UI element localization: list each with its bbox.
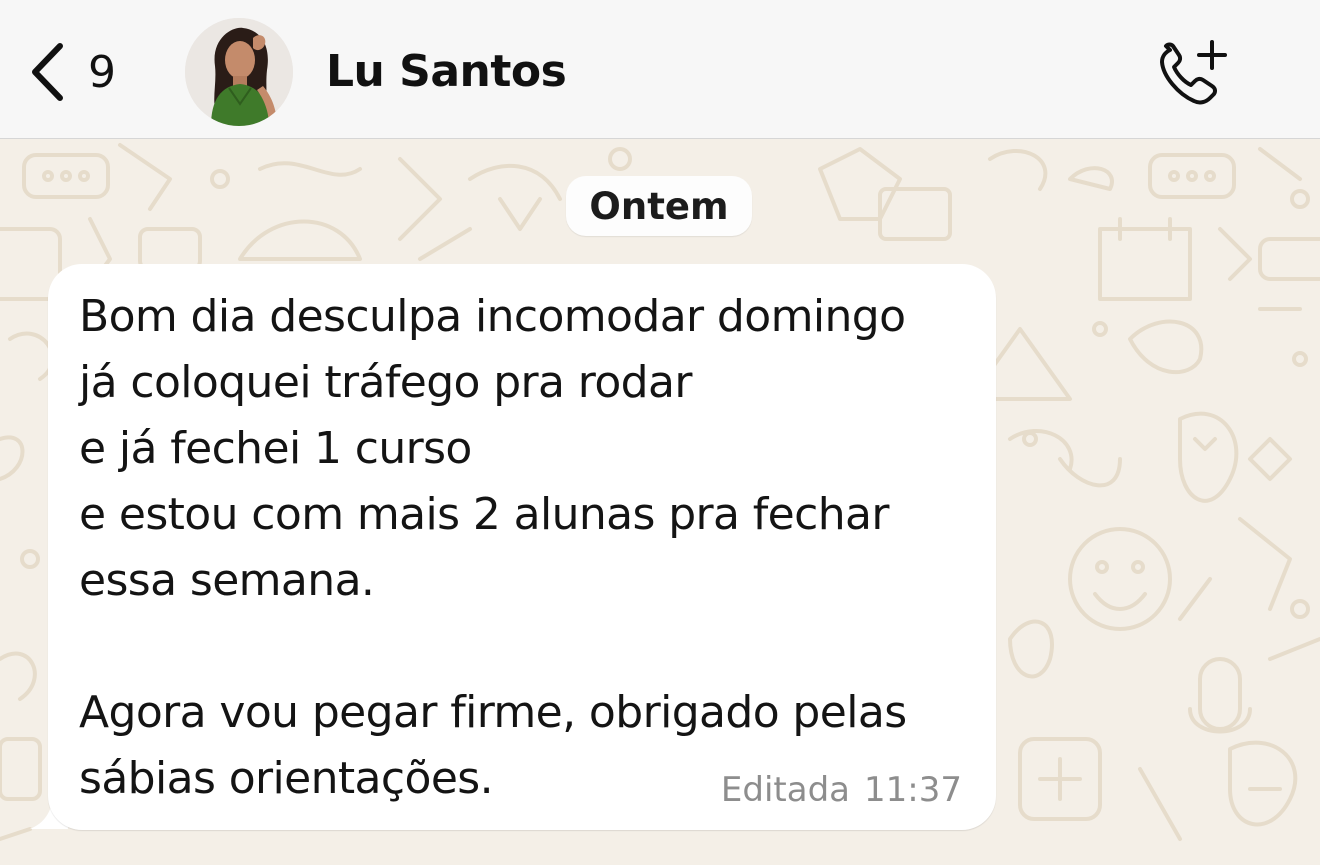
message-meta: Editada 11:37 — [721, 770, 962, 810]
message-line: e estou com mais 2 alunas pra fechar — [79, 489, 889, 540]
add-call-button[interactable] — [1156, 38, 1232, 108]
message-line: essa semana. — [79, 555, 375, 606]
message-time: 11:37 — [864, 770, 962, 810]
message-text: Bom dia desculpa incomodar domingo já co… — [79, 284, 979, 812]
chevron-left-icon — [30, 42, 64, 102]
message-line: já coloquei tráfego pra rodar — [79, 357, 692, 408]
chat-area[interactable]: Ontem Bom dia desculpa incomodar domingo… — [0, 139, 1320, 865]
edited-label: Editada — [720, 770, 851, 810]
message-line: Agora vou pegar firme, obrigado pelas — [79, 687, 907, 738]
message-bubble[interactable]: Bom dia desculpa incomodar domingo já co… — [48, 264, 996, 830]
back-button[interactable]: 9 — [30, 40, 116, 104]
unread-count: 9 — [88, 46, 116, 98]
message-line: Bom dia desculpa incomodar domingo — [79, 291, 906, 342]
date-separator: Ontem — [566, 176, 752, 236]
chat-header: 9 Lu Santos — [0, 0, 1320, 139]
avatar[interactable] — [185, 18, 293, 126]
message-line: e já fechei 1 curso — [79, 423, 472, 474]
phone-add-icon — [1156, 40, 1232, 112]
message-line — [79, 614, 979, 680]
contact-name[interactable]: Lu Santos — [326, 46, 567, 97]
